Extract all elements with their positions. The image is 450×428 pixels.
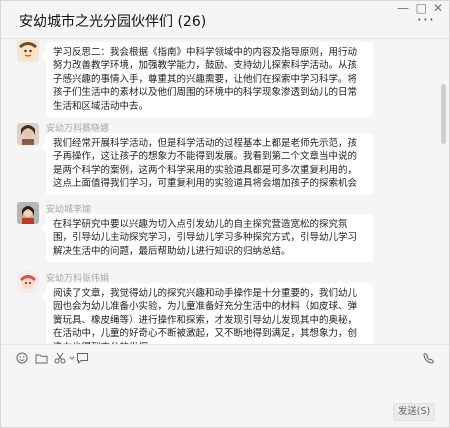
chat-title: 安幼城市之光分园伙伴们 (26)	[19, 14, 207, 30]
send-button[interactable]: 发送(S)	[393, 403, 435, 421]
folder-icon[interactable]	[34, 351, 48, 365]
girl-photo-avatar-icon	[17, 202, 39, 224]
avatar[interactable]	[17, 123, 39, 145]
composer-toolbar	[1, 344, 449, 370]
avatar[interactable]	[17, 271, 39, 293]
message-bubble[interactable]: 学习反思二：我会根据《指南》中科学领域中的内容及指导原则，用行动努力改善教学环境…	[41, 42, 373, 118]
chat-record-icon[interactable]	[75, 351, 89, 365]
message-input[interactable]	[1, 370, 449, 427]
message-bubble[interactable]: 阅读了文章，我觉得幼儿的探究兴趣和动手操作是十分重要的，我们幼儿园也会为幼儿准备…	[41, 283, 373, 344]
chat-scrollbar[interactable]	[441, 84, 446, 144]
chat-window: 安幼城市之光分园伙伴们 (26) — □ ✕ ··· 学习反思二：我会根据《指南…	[0, 0, 450, 428]
woman-photo-avatar-icon	[17, 123, 39, 145]
emoji-icon[interactable]	[15, 351, 29, 365]
video-call-icon[interactable]	[421, 351, 435, 365]
message-list[interactable]: 学习反思二：我会根据《指南》中科学领域中的内容及指导原则，用行动努力改善教学环境…	[1, 40, 449, 344]
avatar[interactable]	[17, 202, 39, 224]
chat-header: 安幼城市之光分园伙伴们 (26) — □ ✕ ···	[1, 1, 449, 39]
cartoon-avatar-2-icon	[17, 271, 39, 293]
more-options-icon[interactable]: ···	[417, 10, 435, 29]
avatar[interactable]	[17, 40, 39, 62]
message-bubble[interactable]: 我们经常开展科学活动，但是科学活动的过程基本上都是老师先示范，孩子再操作，这让孩…	[41, 133, 373, 195]
minimize-icon[interactable]: —	[397, 1, 409, 15]
cartoon-avatar-icon	[17, 40, 39, 62]
message-bubble[interactable]: 在科学研究中要以兴趣为切入点引发幼儿的自主探究营造宽松的探究氛围，引导幼儿主动探…	[41, 214, 373, 263]
